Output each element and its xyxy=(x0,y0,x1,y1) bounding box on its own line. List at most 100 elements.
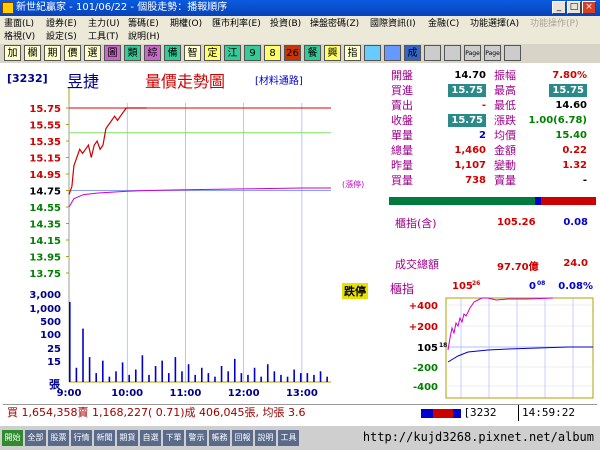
menu-intl-info[interactable]: 國際資訊(I) xyxy=(370,18,416,30)
taskbar-item-5[interactable]: 期貨 xyxy=(117,430,138,446)
menu-trade-code[interactable]: 操盤密碼(Z) xyxy=(310,18,359,30)
volume-bar xyxy=(88,357,91,382)
taskbar-item-6[interactable]: 自選 xyxy=(140,430,161,446)
total-vol-value: 1,460 xyxy=(454,145,486,156)
volume-bar xyxy=(306,373,309,382)
menu-view[interactable]: 格視(V) xyxy=(4,31,35,43)
toolbar-button-10[interactable]: 定 xyxy=(204,45,221,61)
mini-tick-label-small: 18 xyxy=(439,342,447,349)
mini-tick-label: +400 xyxy=(409,301,438,312)
maximize-button[interactable]: □ xyxy=(567,1,581,14)
toolbar-button-14[interactable]: 26 xyxy=(284,45,301,61)
menu-function-select[interactable]: 功能選擇(A) xyxy=(470,18,519,30)
menu-settings[interactable]: 設定(S) xyxy=(46,31,77,43)
toolbar-button-8[interactable]: 備 xyxy=(164,45,181,61)
mini-value: 105 xyxy=(452,281,473,292)
taskbar-item-12[interactable]: 工具 xyxy=(278,430,299,446)
volume-unit: 張 xyxy=(49,378,60,391)
close-button[interactable]: × xyxy=(582,1,596,14)
title-bar: 新世紀贏家 - 101/06/22 - 個股走勢：播報順序 _ □ × xyxy=(0,0,600,16)
menu-help[interactable]: 說明(H) xyxy=(128,31,160,43)
mini-change: 0 xyxy=(529,281,536,292)
toolbar-button-12[interactable]: 9 xyxy=(244,45,261,61)
ask-label: 賣出 xyxy=(391,99,413,112)
menu-major[interactable]: 主力(U) xyxy=(88,18,120,30)
high-value: 15.75 xyxy=(549,84,587,97)
minimize-button[interactable]: _ xyxy=(552,1,566,14)
toolbar-button-24[interactable]: Page xyxy=(484,45,501,61)
menu-function-op[interactable]: 功能操作(P) xyxy=(530,18,578,30)
toolbar-button-9[interactable]: 智 xyxy=(184,45,201,61)
toolbar-button-20[interactable]: 成 xyxy=(404,45,421,61)
status-colorbar-blue xyxy=(421,409,433,418)
unit-vol-value: 2 xyxy=(479,130,486,141)
volume-bar xyxy=(69,301,71,382)
menu-forex[interactable]: 匯市利率(E) xyxy=(212,18,261,30)
toolbar-button-19[interactable] xyxy=(384,45,401,61)
volume-bar xyxy=(326,376,328,382)
open-label: 開盤 xyxy=(391,69,413,82)
toolbar-button-18[interactable] xyxy=(364,45,381,61)
turnover-value: 97.70億 xyxy=(497,262,539,273)
toolbar-button-2[interactable]: 期 xyxy=(44,45,61,61)
volume-bar xyxy=(128,374,130,382)
mini-tick-label: -200 xyxy=(413,363,438,374)
taskbar-item-0[interactable]: 開始 xyxy=(2,430,23,446)
menu-invest[interactable]: 投資(B) xyxy=(270,18,301,30)
taskbar-item-9[interactable]: 帳務 xyxy=(209,430,230,446)
price-tick-label: 14.35 xyxy=(29,220,61,231)
taskbar-item-11[interactable]: 說明 xyxy=(255,430,276,446)
taskbar-item-7[interactable]: 下單 xyxy=(163,430,184,446)
menu-options[interactable]: 期權(O) xyxy=(170,18,202,30)
toolbar-button-15[interactable]: 餐 xyxy=(304,45,321,61)
status-bracket-left: [ xyxy=(465,406,470,419)
volume-bar xyxy=(101,360,104,382)
toolbar-button-11[interactable]: 江 xyxy=(224,45,241,61)
status-code: 3232 xyxy=(470,406,497,419)
volume-bar xyxy=(154,365,157,382)
taskbar-item-3[interactable]: 行情 xyxy=(71,430,92,446)
status-text: 買 1,654,358賣 1,168,227( 0.71)成 406,045張,… xyxy=(7,406,306,419)
buy-vol-label: 買量 xyxy=(391,174,413,187)
toolbar-button-7[interactable]: 綜 xyxy=(144,45,161,61)
mini-pct: 0.08% xyxy=(558,281,593,292)
toolbar-button-5[interactable]: 圖 xyxy=(104,45,121,61)
toolbar-button-0[interactable]: 加 xyxy=(4,45,21,61)
toolbar-button-16[interactable]: 興 xyxy=(324,45,341,61)
taskbar-item-8[interactable]: 警示 xyxy=(186,430,207,446)
status-colorbar xyxy=(421,409,461,418)
menu-screen[interactable]: 畫面(L) xyxy=(4,18,34,30)
menu-tools[interactable]: 工具(T) xyxy=(88,31,119,43)
limit-tag: (漲停) xyxy=(342,180,365,189)
amp-label: 振幅 xyxy=(494,69,516,82)
volume-tick-label: 100 xyxy=(40,330,61,341)
index-label: 櫃指(含) xyxy=(395,217,437,230)
menu-securities[interactable]: 證券(E) xyxy=(46,18,77,30)
price-tick-label: 15.15 xyxy=(29,154,61,165)
toolbar-button-17[interactable]: 指 xyxy=(344,45,361,61)
taskbar-item-2[interactable]: 股票 xyxy=(48,430,69,446)
mini-tick-label: 105 xyxy=(417,343,438,354)
taskbar-item-4[interactable]: 新聞 xyxy=(94,430,115,446)
toolbar-button-1[interactable]: 欄 xyxy=(24,45,41,61)
volume-bar xyxy=(233,358,236,382)
toolbar-button-21[interactable] xyxy=(424,45,441,61)
taskbar-item-10[interactable]: 回報 xyxy=(232,430,253,446)
taskbar-item-1[interactable]: 全部 xyxy=(25,430,46,446)
toolbar-button-13[interactable]: 8 xyxy=(264,45,281,61)
volume-tick-label: 1,000 xyxy=(29,304,61,315)
volume-bar xyxy=(286,376,289,382)
toolbar-button-4[interactable]: 選 xyxy=(84,45,101,61)
menu-chips[interactable]: 籌碼(E) xyxy=(128,18,159,30)
menu-finance[interactable]: 金融(C) xyxy=(428,18,459,30)
toolbar-button-22[interactable] xyxy=(444,45,461,61)
stock-code: [3232] xyxy=(7,72,48,85)
toolbar-button-25[interactable] xyxy=(504,45,521,61)
toolbar-button-3[interactable]: 價 xyxy=(64,45,81,61)
volume-bar xyxy=(293,369,295,382)
volume-bar xyxy=(167,373,170,382)
toolbar-button-6[interactable]: 類 xyxy=(124,45,141,61)
ask-value: - xyxy=(481,100,486,111)
toolbar-button-23[interactable]: Page xyxy=(464,45,481,61)
mini-label: 櫃指 xyxy=(390,282,415,296)
